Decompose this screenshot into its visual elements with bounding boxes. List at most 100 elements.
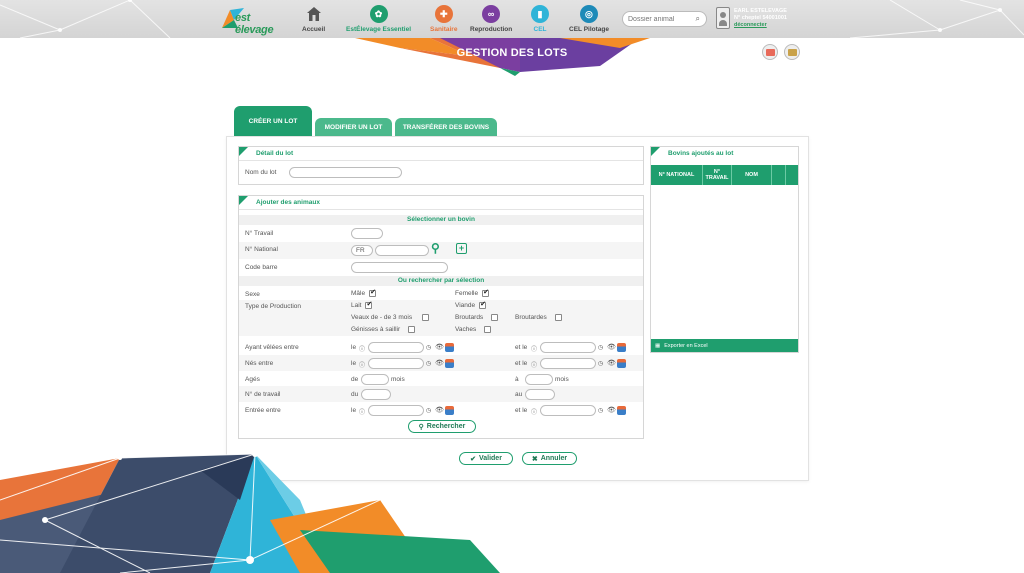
travail-to-input[interactable] bbox=[526, 390, 554, 399]
genisses-option[interactable]: Génisses à saillir bbox=[351, 326, 416, 333]
vaches-option[interactable]: Vaches bbox=[455, 326, 492, 333]
select-bovin-heading: Sélectionner un bovin bbox=[239, 215, 643, 225]
nes-from-field[interactable] bbox=[368, 358, 424, 369]
clock-icon[interactable]: ◷ bbox=[426, 407, 431, 414]
nav-cel[interactable]: ▮ CEL bbox=[531, 5, 549, 33]
national-prefix-field[interactable] bbox=[351, 245, 373, 256]
nes-from-input[interactable] bbox=[369, 359, 423, 368]
travail-from-field[interactable] bbox=[361, 389, 391, 400]
travail-from-input[interactable] bbox=[362, 390, 390, 399]
eye-icon[interactable]: 👁 bbox=[607, 406, 616, 414]
age-from-input[interactable] bbox=[362, 375, 388, 384]
entree-from-field[interactable] bbox=[368, 405, 424, 416]
male-option[interactable]: Mâle bbox=[351, 288, 377, 297]
eye-icon[interactable]: 👁 bbox=[435, 359, 444, 367]
export-excel-button[interactable]: ▦ Exporter en Excel bbox=[651, 339, 798, 352]
excel-icon: ▦ bbox=[655, 342, 661, 349]
calendar-icon[interactable] bbox=[617, 359, 626, 368]
add-icon[interactable]: + bbox=[456, 243, 467, 254]
veaux-checkbox[interactable] bbox=[422, 314, 430, 321]
nav-reproduction[interactable]: ∞ Reproduction bbox=[470, 5, 512, 33]
viande-checkbox[interactable] bbox=[479, 300, 487, 309]
calendar-icon[interactable] bbox=[445, 343, 454, 352]
tab-transferer-bovins[interactable]: TRANSFÉRER DES BOVINS bbox=[395, 118, 497, 136]
age-from-field[interactable] bbox=[361, 374, 389, 385]
tab-creer-lot[interactable]: CRÉER UN LOT bbox=[234, 106, 312, 136]
national-number-field[interactable] bbox=[375, 245, 429, 256]
codebarre-field[interactable] bbox=[351, 262, 448, 273]
clock-icon[interactable]: ◷ bbox=[598, 344, 603, 351]
velees-to-input[interactable] bbox=[541, 343, 595, 352]
search-icon[interactable]: ⚲ bbox=[431, 241, 440, 255]
ajouter-animaux-box: Ajouter des animaux Sélectionner un bovi… bbox=[238, 195, 644, 439]
clock-icon[interactable]: ◷ bbox=[598, 360, 603, 367]
velees-from-field[interactable] bbox=[368, 342, 424, 353]
clock-icon[interactable]: ◷ bbox=[426, 344, 431, 351]
nav-sanitaire[interactable]: ✚ Sanitaire bbox=[430, 5, 457, 33]
search-icon[interactable]: ⌕ bbox=[696, 14, 700, 24]
calendar-icon[interactable] bbox=[617, 343, 626, 352]
lait-checkbox[interactable] bbox=[365, 300, 373, 309]
tab-modifier-lot[interactable]: MODIFIER UN LOT bbox=[315, 118, 392, 136]
dossier-animal-input[interactable] bbox=[628, 12, 694, 26]
eye-icon[interactable]: 👁 bbox=[607, 359, 616, 367]
travail-input[interactable] bbox=[352, 229, 382, 238]
entree-from-input[interactable] bbox=[369, 406, 423, 415]
annuler-button[interactable]: ✖ Annuler bbox=[522, 452, 577, 465]
eye-icon[interactable]: 👁 bbox=[435, 406, 444, 414]
broutardes-option[interactable]: Broutardes bbox=[515, 314, 562, 321]
clock-icon[interactable]: ◷ bbox=[598, 407, 603, 414]
ages-label: Agés bbox=[245, 376, 260, 383]
eye-icon[interactable]: 👁 bbox=[607, 343, 616, 351]
info-icon: ⓘ bbox=[531, 347, 538, 353]
calendar-icon[interactable] bbox=[617, 406, 626, 415]
national-prefix-input[interactable] bbox=[352, 246, 372, 255]
femelle-option[interactable]: Femelle bbox=[455, 288, 490, 297]
veaux-option[interactable]: Veaux de - de 3 mois bbox=[351, 314, 430, 321]
age-to-input[interactable] bbox=[526, 375, 552, 384]
estelevage-logo[interactable]: est élevage bbox=[222, 6, 290, 36]
viande-option[interactable]: Viande bbox=[455, 300, 487, 309]
velees-from-input[interactable] bbox=[369, 343, 423, 352]
broutardes-checkbox[interactable] bbox=[554, 314, 562, 321]
page-title: GESTION DES LOTS bbox=[456, 47, 568, 59]
globe-icon: ◎ bbox=[579, 5, 598, 23]
age-to-field[interactable] bbox=[525, 374, 553, 385]
help-button[interactable] bbox=[784, 44, 800, 60]
nom-lot-field[interactable] bbox=[289, 167, 402, 178]
broutards-checkbox[interactable] bbox=[491, 314, 499, 321]
calendar-icon[interactable] bbox=[445, 359, 454, 368]
eye-icon[interactable]: 👁 bbox=[435, 343, 444, 351]
codebarre-input[interactable] bbox=[352, 263, 447, 272]
calendar-icon[interactable] bbox=[445, 406, 454, 415]
bovins-ajoutes-box: Bovins ajoutés au lot N° NATIONAL N° TRA… bbox=[650, 146, 799, 353]
travail-to-field[interactable] bbox=[525, 389, 555, 400]
home-icon bbox=[305, 5, 323, 23]
clock-icon[interactable]: ◷ bbox=[426, 360, 431, 367]
typeprod-label: Type de Production bbox=[245, 303, 302, 310]
male-checkbox[interactable] bbox=[369, 288, 377, 297]
entree-to-field[interactable] bbox=[540, 405, 596, 416]
nes-to-input[interactable] bbox=[541, 359, 595, 368]
national-number-input[interactable] bbox=[376, 246, 428, 255]
broutards-option[interactable]: Broutards bbox=[455, 314, 499, 321]
lait-option[interactable]: Lait bbox=[351, 300, 373, 309]
nav-accueil[interactable]: Accueil bbox=[302, 5, 325, 33]
nes-to-field[interactable] bbox=[540, 358, 596, 369]
nav-estelevage-essentiel[interactable]: ✿ EstÉlevage Essentiel bbox=[346, 5, 411, 33]
rechercher-button[interactable]: ⚲ Rechercher bbox=[408, 420, 476, 433]
velees-label: Ayant vêlées entre bbox=[245, 344, 299, 351]
travail-field[interactable] bbox=[351, 228, 383, 239]
link-icon: ∞ bbox=[482, 5, 501, 23]
genisses-checkbox[interactable] bbox=[408, 326, 416, 333]
nav-cel-pilotage[interactable]: ◎ CEL Pilotage bbox=[569, 5, 609, 33]
vaches-checkbox[interactable] bbox=[484, 326, 492, 333]
entree-to-input[interactable] bbox=[541, 406, 595, 415]
print-button[interactable] bbox=[762, 44, 778, 60]
dossier-animal-search[interactable]: ⌕ bbox=[622, 11, 707, 27]
nom-lot-input[interactable] bbox=[290, 168, 401, 177]
velees-to-field[interactable] bbox=[540, 342, 596, 353]
femelle-checkbox[interactable] bbox=[482, 288, 490, 297]
logout-link[interactable]: déconnecter bbox=[734, 22, 787, 29]
bottom-decoration bbox=[0, 451, 500, 573]
